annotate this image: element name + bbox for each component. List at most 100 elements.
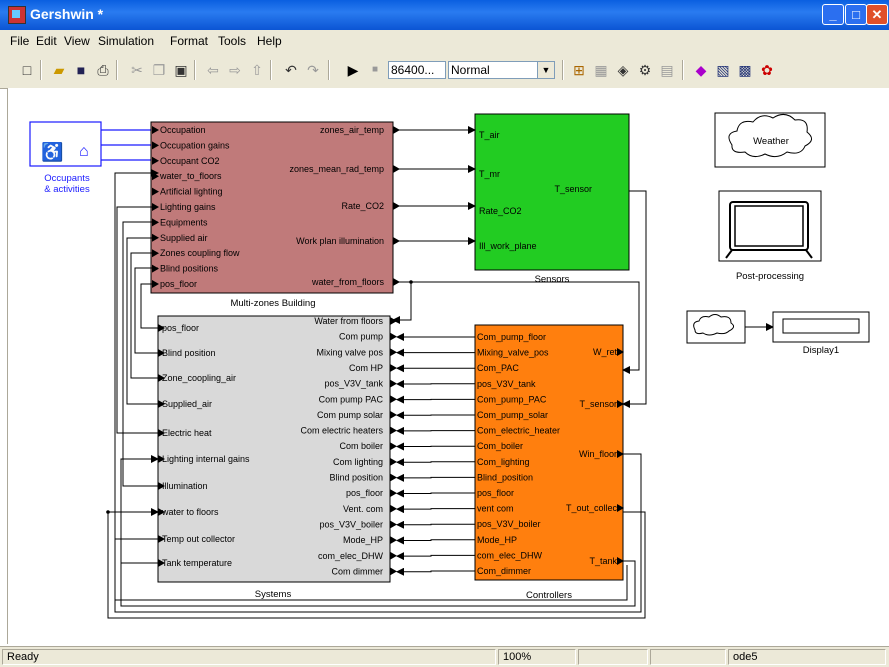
systems-output-port: Water from floors (314, 316, 383, 326)
controllers-input-port: pos_floor (477, 488, 514, 498)
model-advisor-icon[interactable]: ◆ (692, 61, 710, 79)
signal-line (397, 524, 475, 525)
menu-tools[interactable]: Tools (218, 34, 246, 48)
building-input-port: water_to_floors (159, 171, 222, 181)
building-input-port: Lighting gains (160, 202, 216, 212)
output-port-arrow (390, 395, 397, 403)
paste-icon[interactable]: ▣ (172, 61, 190, 79)
model-explorer-icon[interactable]: ⚙ (636, 61, 654, 79)
occupants-block[interactable]: ♿ ⌂ (30, 122, 101, 166)
output-port-arrow (390, 411, 397, 419)
systems-output-port: com_elec_DHW (318, 551, 384, 561)
display1-block[interactable] (773, 312, 869, 342)
systems-input-port: Temp out collector (162, 534, 235, 544)
signal-line (397, 509, 475, 510)
systems-input-port: Zone_coopling_air (162, 373, 236, 383)
output-port-arrow (390, 520, 397, 528)
app-icon (8, 6, 26, 24)
stop-simulation-icon[interactable]: ■ (366, 61, 384, 79)
signal-line (393, 282, 411, 320)
sensors-input-port: Ill_work_plane (479, 241, 537, 251)
output-port-arrow (390, 474, 397, 482)
menu-format[interactable]: Format (170, 34, 208, 48)
toolbar-separator (40, 60, 42, 80)
weather-label: Weather (753, 136, 789, 147)
controllers-input-port: Com_dimmer (477, 566, 531, 576)
systems-output-port: Com dimmer (331, 566, 383, 576)
start-simulation-icon[interactable]: ▶ (344, 61, 362, 79)
close-button[interactable]: ✕ (866, 4, 888, 25)
controllers-input-port: Com_boiler (477, 441, 523, 451)
solver-name: ode5 (728, 649, 886, 665)
copy-icon[interactable]: ❐ (150, 61, 168, 79)
building-input-port: Zones coupling flow (160, 248, 240, 258)
menu-file[interactable]: File (10, 34, 29, 48)
simulation-mode-select[interactable]: Normal (448, 61, 538, 79)
systems-output-port: Com pump PAC (319, 394, 384, 404)
profiler-icon[interactable]: ▧ (714, 61, 732, 79)
junction-dot (106, 510, 110, 514)
systems-input-port: Blind position (162, 348, 216, 358)
building-input-port: Artificial lighting (160, 187, 223, 197)
output-port-arrow (390, 505, 397, 513)
controllers-input-port: Mode_HP (477, 535, 517, 545)
output-port-arrow (390, 536, 397, 544)
update-diagram-icon[interactable]: ▦ (592, 61, 610, 79)
menu-view[interactable]: View (64, 34, 90, 48)
status-bar: Ready 100% ode5 (0, 646, 889, 667)
forward-icon[interactable]: ⇨ (226, 61, 244, 79)
building-input-port: Blind positions (160, 264, 219, 274)
controllers-input-port: Com_lighting (477, 457, 530, 467)
menu-simulation[interactable]: Simulation (98, 34, 154, 48)
library-browser-icon[interactable]: ◈ (614, 61, 632, 79)
systems-input-port: Electric heat (162, 428, 212, 438)
status-empty-1 (578, 649, 648, 665)
occupants-label: Occupants (44, 173, 90, 184)
chevron-down-icon[interactable]: ▼ (537, 61, 555, 79)
systems-input-port: Lighting internal gains (162, 454, 250, 464)
output-port-arrow (390, 333, 397, 341)
systems-output-port: Com HP (349, 363, 383, 373)
back-icon[interactable]: ⇦ (204, 61, 222, 79)
up-icon[interactable]: ⇧ (248, 61, 266, 79)
redo-icon[interactable]: ↷ (304, 61, 322, 79)
menu-edit[interactable]: Edit (36, 34, 57, 48)
output-port-arrow (390, 458, 397, 466)
window-title: Gershwin * (30, 6, 103, 22)
configuration-icon[interactable]: ▩ (736, 61, 754, 79)
help-icon[interactable]: ✿ (758, 61, 776, 79)
cut-icon[interactable]: ✂ (128, 61, 146, 79)
controllers-input-port: vent com (477, 504, 514, 514)
minimize-button[interactable]: _ (822, 4, 844, 25)
undo-icon[interactable]: ↶ (282, 61, 300, 79)
zoom-level: 100% (498, 649, 576, 665)
signal-line (397, 493, 475, 494)
systems-input-port: water to floors (161, 507, 219, 517)
model-canvas[interactable]: ♿ ⌂ Occupants & activities OccupationOcc… (7, 88, 889, 644)
debugger-icon[interactable]: ▤ (658, 61, 676, 79)
print-icon[interactable]: ⎙ (94, 61, 112, 79)
maximize-button[interactable]: □ (845, 4, 867, 25)
systems-output-port: Mode_HP (343, 535, 383, 545)
stop-time-input[interactable]: 86400... (388, 61, 446, 79)
building-input-port: Occupant CO2 (160, 156, 220, 166)
systems-output-port: pos_V3V_tank (324, 379, 383, 389)
menu-bar: File Edit View Simulation Format Tools H… (0, 30, 889, 52)
open-icon[interactable]: ▰ (50, 61, 68, 79)
menu-help[interactable]: Help (257, 34, 282, 48)
controllers-input-port: Com_electric_heater (477, 426, 560, 436)
new-icon[interactable]: □ (18, 61, 36, 79)
save-icon[interactable]: ■ (72, 61, 90, 79)
post-processing-block[interactable] (719, 191, 821, 261)
weather-source-block[interactable] (687, 311, 745, 343)
building-output-port: zones_mean_rad_temp (289, 164, 384, 174)
building-title: Multi-zones Building (230, 298, 315, 309)
controllers-input-port: com_elec_DHW (477, 550, 543, 560)
display1-label: Display1 (803, 345, 839, 356)
systems-output-port: Com electric heaters (300, 426, 383, 436)
systems-title: Systems (255, 589, 292, 600)
build-icon[interactable]: ⊞ (570, 61, 588, 79)
output-port-arrow (390, 489, 397, 497)
building-output-port: zones_air_temp (320, 125, 384, 135)
block-diagram: ♿ ⌂ Occupants & activities OccupationOcc… (8, 88, 889, 644)
